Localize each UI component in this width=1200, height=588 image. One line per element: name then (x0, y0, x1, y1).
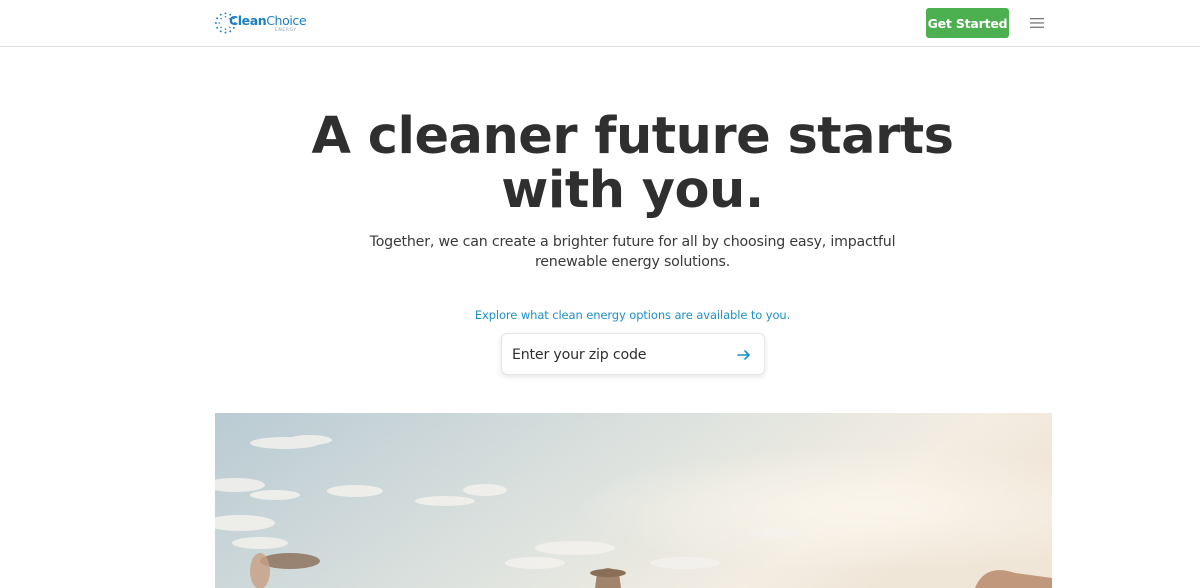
hero-photo (215, 413, 1052, 588)
hamburger-menu-icon[interactable] (1027, 13, 1047, 33)
site-header: CleanChoice ENERGY Get Started (0, 0, 1200, 47)
cleanchoice-logo[interactable]: CleanChoice ENERGY (214, 10, 307, 36)
hero-subtitle: Together, we can create a brighter futur… (369, 234, 896, 270)
logo-wordmark: CleanChoice ENERGY (228, 10, 307, 36)
hero-title: A cleaner future starts with you. (311, 107, 954, 220)
zip-prompt-text: Explore what clean energy options are av… (474, 308, 791, 322)
zip-code-input[interactable] (512, 342, 727, 368)
zip-search-box (501, 333, 765, 375)
logo-subtext: ENERGY (274, 28, 297, 33)
get-started-button[interactable]: Get Started (926, 8, 1009, 38)
logo-word-clean: Clean (228, 13, 267, 28)
logo-word-choice: Choice (266, 13, 307, 28)
arrow-right-icon[interactable] (736, 347, 752, 363)
